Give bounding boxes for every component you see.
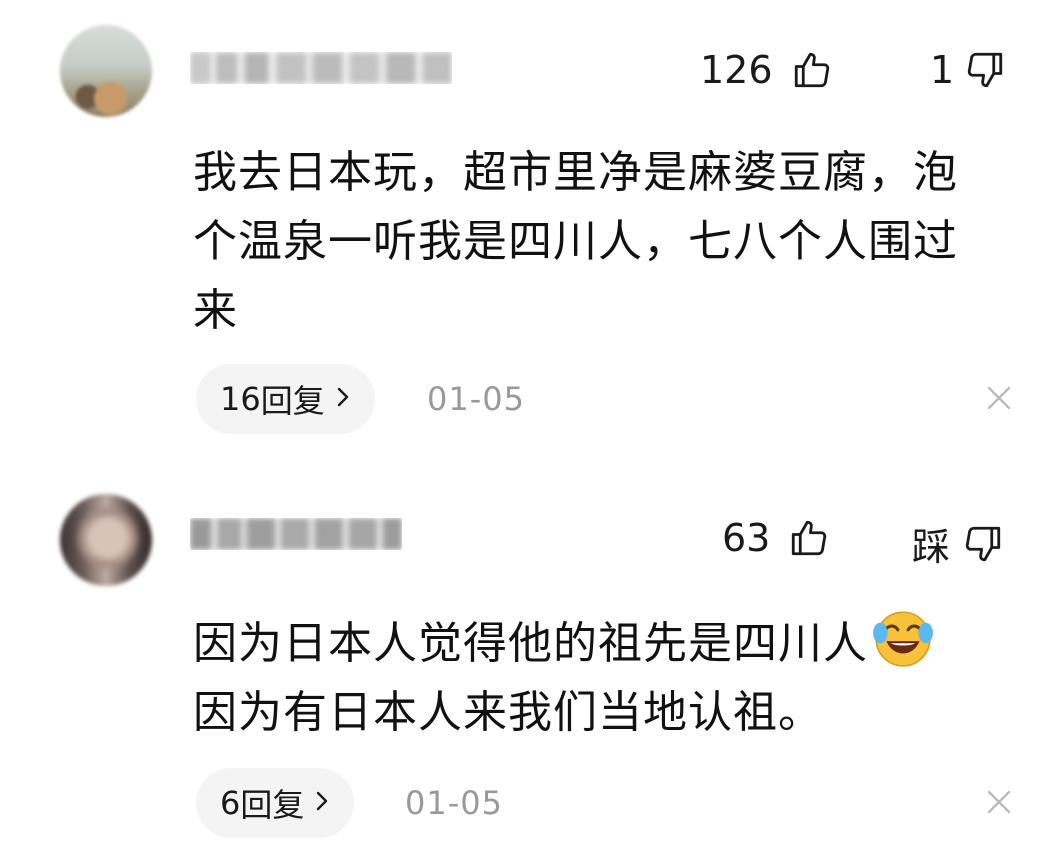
like-count: 63 xyxy=(722,516,771,560)
thumbs-up-icon xyxy=(788,517,830,559)
laughing-crying-emoji-icon xyxy=(870,604,936,670)
comment-text-line: 因为有日本人来我们当地认祖。 xyxy=(193,687,823,738)
reply-label: 回复 xyxy=(240,786,305,824)
replies-button[interactable]: 6 回复 xyxy=(196,768,355,838)
comment-text: 因为日本人觉得他的祖先是四川人 因为有日本人来我们当地认祖。 xyxy=(193,604,1023,747)
avatar[interactable] xyxy=(60,494,152,586)
username-blurred[interactable] xyxy=(190,518,402,550)
close-icon[interactable] xyxy=(983,786,1015,818)
like-button[interactable]: 63 xyxy=(722,516,830,560)
dislike-label: 踩 xyxy=(912,525,951,569)
reply-count: 6 xyxy=(220,784,241,822)
comment-item: 63 踩 因为日本人觉得他的祖先是四川人 因为有日本人来我们当地认祖。 6 回复… xyxy=(0,0,1053,841)
comment-date: 01-05 xyxy=(405,784,503,822)
dislike-button[interactable]: 踩 xyxy=(912,516,1004,571)
comment-text-span: 因为日本人觉得他的祖先是四川人 xyxy=(193,618,868,669)
thumbs-down-icon xyxy=(962,523,1004,565)
comment-text-line: 因为日本人觉得他的祖先是四川人 xyxy=(193,604,1023,678)
chevron-right-icon xyxy=(314,786,330,821)
